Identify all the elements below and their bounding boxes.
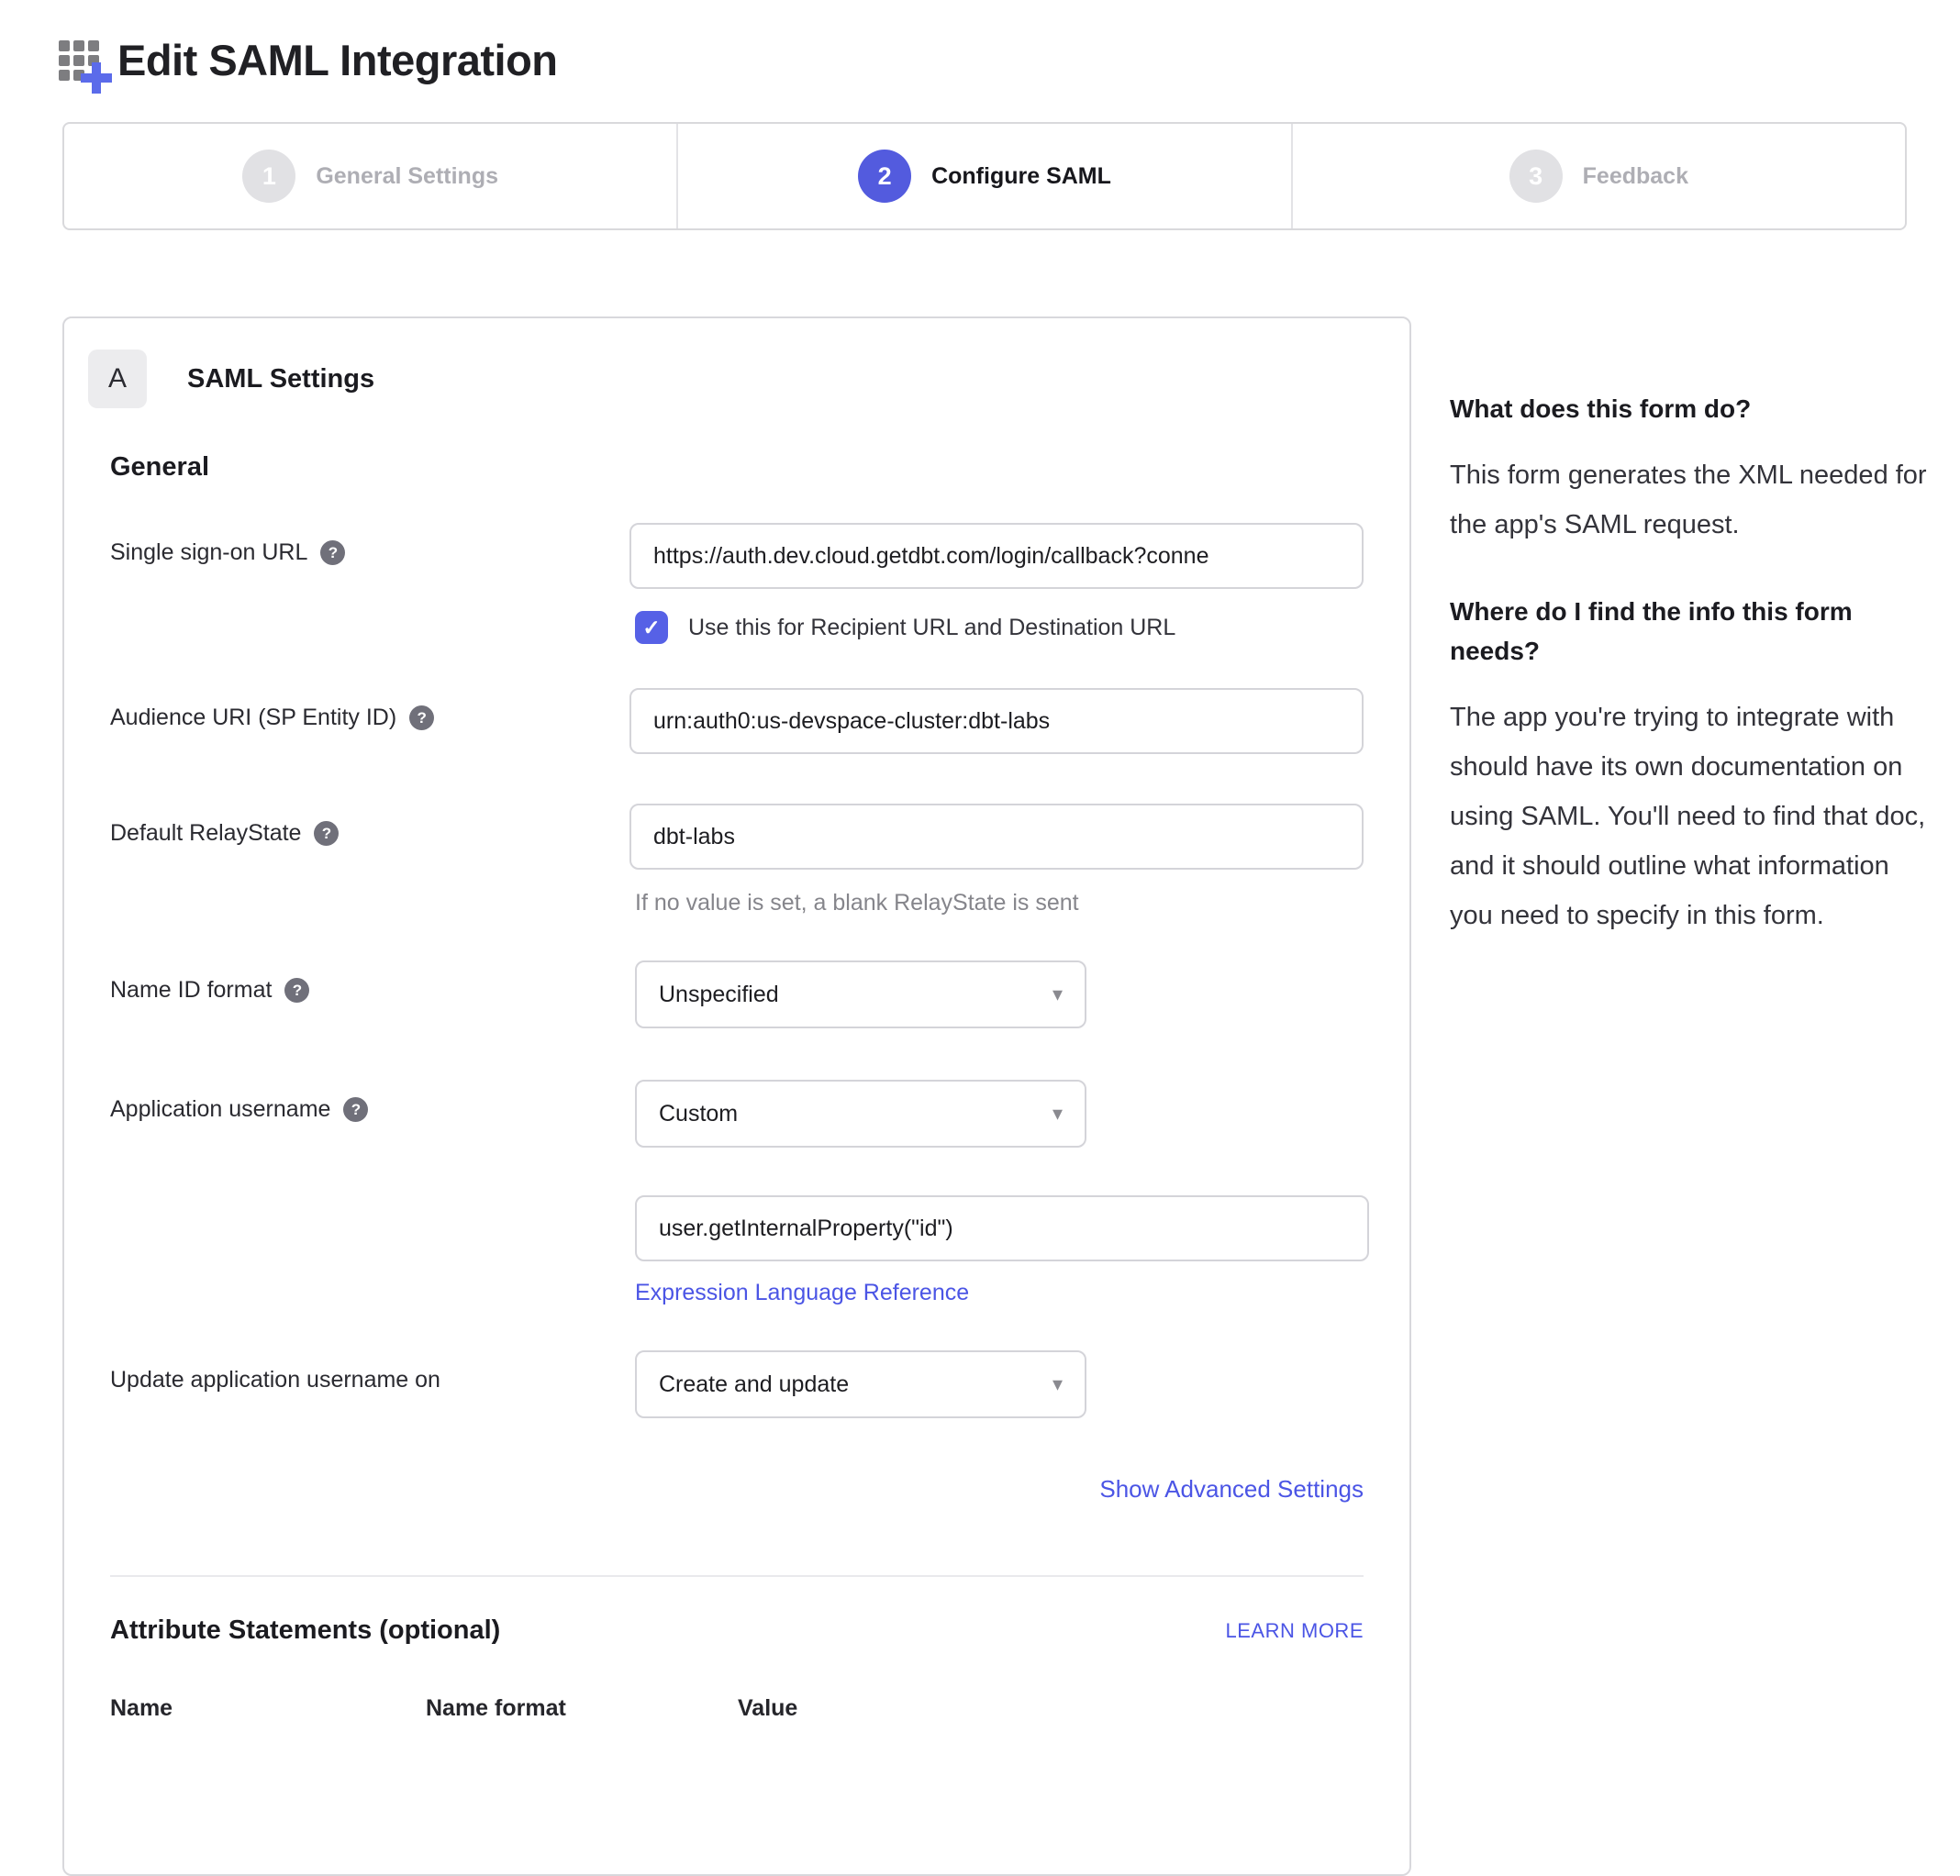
name-id-format-select[interactable]: Unspecified ▾ xyxy=(635,960,1086,1028)
sidebar-answer-2: The app you're trying to integrate with … xyxy=(1450,693,1931,940)
attribute-statements-heading: Attribute Statements (optional) xyxy=(110,1615,500,1646)
step-number-badge: 1 xyxy=(242,150,295,203)
column-header-value: Value xyxy=(738,1695,797,1722)
page-title: Edit SAML Integration xyxy=(117,35,558,85)
chevron-down-icon: ▾ xyxy=(1052,1102,1063,1126)
sidebar-answer-1: This form generates the XML needed for t… xyxy=(1450,450,1931,549)
column-header-name: Name xyxy=(110,1695,426,1722)
update-username-on-select[interactable]: Create and update ▾ xyxy=(635,1350,1086,1418)
sso-url-label: Single sign-on URL xyxy=(110,539,307,566)
plus-icon xyxy=(81,62,112,94)
step-label: Feedback xyxy=(1583,163,1688,190)
recipient-url-checkbox[interactable]: ✓ xyxy=(635,611,668,644)
help-icon[interactable]: ? xyxy=(284,978,309,1003)
relaystate-input[interactable] xyxy=(629,804,1364,870)
column-header-name-format: Name format xyxy=(426,1695,738,1722)
help-icon[interactable]: ? xyxy=(320,540,345,565)
custom-expression-input[interactable] xyxy=(635,1195,1369,1261)
chevron-down-icon: ▾ xyxy=(1052,1372,1063,1396)
section-title: SAML Settings xyxy=(187,364,374,394)
audience-uri-label: Audience URI (SP Entity ID) xyxy=(110,705,396,731)
help-icon[interactable]: ? xyxy=(409,705,434,730)
app-username-select[interactable]: Custom ▾ xyxy=(635,1080,1086,1148)
step-general-settings[interactable]: 1 General Settings xyxy=(64,124,676,228)
selected-value: Unspecified xyxy=(659,982,779,1008)
recipient-url-checkbox-label: Use this for Recipient URL and Destinati… xyxy=(688,615,1175,641)
general-heading: General xyxy=(110,452,1364,483)
step-number-badge: 3 xyxy=(1509,150,1563,203)
step-label: Configure SAML xyxy=(931,163,1111,190)
update-username-on-label: Update application username on xyxy=(110,1367,440,1393)
name-id-format-label: Name ID format xyxy=(110,977,272,1004)
relaystate-hint: If no value is set, a blank RelayState i… xyxy=(635,890,1364,916)
sidebar-question-1: What does this form do? xyxy=(1450,389,1931,428)
help-sidebar: What does this form do? This form genera… xyxy=(1450,389,1931,940)
app-username-label: Application username xyxy=(110,1096,330,1123)
step-configure-saml[interactable]: 2 Configure SAML xyxy=(676,124,1290,228)
audience-uri-input[interactable] xyxy=(629,688,1364,754)
section-divider xyxy=(110,1575,1364,1577)
section-badge: A xyxy=(88,350,147,408)
learn-more-link[interactable]: LEARN MORE xyxy=(1226,1619,1364,1643)
step-label: General Settings xyxy=(316,163,498,190)
step-number-badge: 2 xyxy=(858,150,911,203)
selected-value: Custom xyxy=(659,1101,738,1127)
show-advanced-settings-link[interactable]: Show Advanced Settings xyxy=(1099,1475,1364,1503)
relaystate-label: Default RelayState xyxy=(110,820,301,847)
step-feedback[interactable]: 3 Feedback xyxy=(1291,124,1905,228)
help-icon[interactable]: ? xyxy=(314,821,339,846)
saml-app-icon xyxy=(59,31,108,88)
page-header: Edit SAML Integration xyxy=(59,31,558,88)
chevron-down-icon: ▾ xyxy=(1052,982,1063,1006)
expression-language-reference-link[interactable]: Expression Language Reference xyxy=(635,1280,969,1305)
sidebar-question-2: Where do I find the info this form needs… xyxy=(1450,592,1931,671)
step-wizard: 1 General Settings 2 Configure SAML 3 Fe… xyxy=(62,122,1907,230)
help-icon[interactable]: ? xyxy=(343,1097,368,1122)
selected-value: Create and update xyxy=(659,1371,849,1398)
sso-url-input[interactable] xyxy=(629,523,1364,589)
attribute-table-header: Name Name format Value xyxy=(110,1695,1364,1722)
saml-settings-panel: A SAML Settings General Single sign-on U… xyxy=(62,316,1411,1876)
